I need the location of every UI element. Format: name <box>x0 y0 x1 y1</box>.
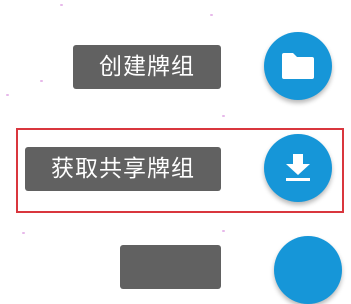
get-shared-decks-label[interactable]: 获取共享牌组 <box>25 147 221 191</box>
third-action-button[interactable] <box>274 236 342 304</box>
folder-icon <box>280 51 316 81</box>
decorative-speck <box>6 94 9 96</box>
decorative-speck <box>210 14 213 16</box>
decorative-speck <box>222 115 225 117</box>
third-action-label[interactable] <box>120 245 221 289</box>
create-deck-label[interactable]: 创建牌组 <box>73 45 221 89</box>
download-icon <box>284 152 312 184</box>
decorative-speck <box>222 230 225 232</box>
decorative-speck <box>40 80 43 82</box>
create-deck-button[interactable] <box>264 32 332 100</box>
get-shared-decks-button[interactable] <box>264 134 332 202</box>
decorative-speck <box>60 4 63 6</box>
decorative-speck <box>22 232 25 234</box>
